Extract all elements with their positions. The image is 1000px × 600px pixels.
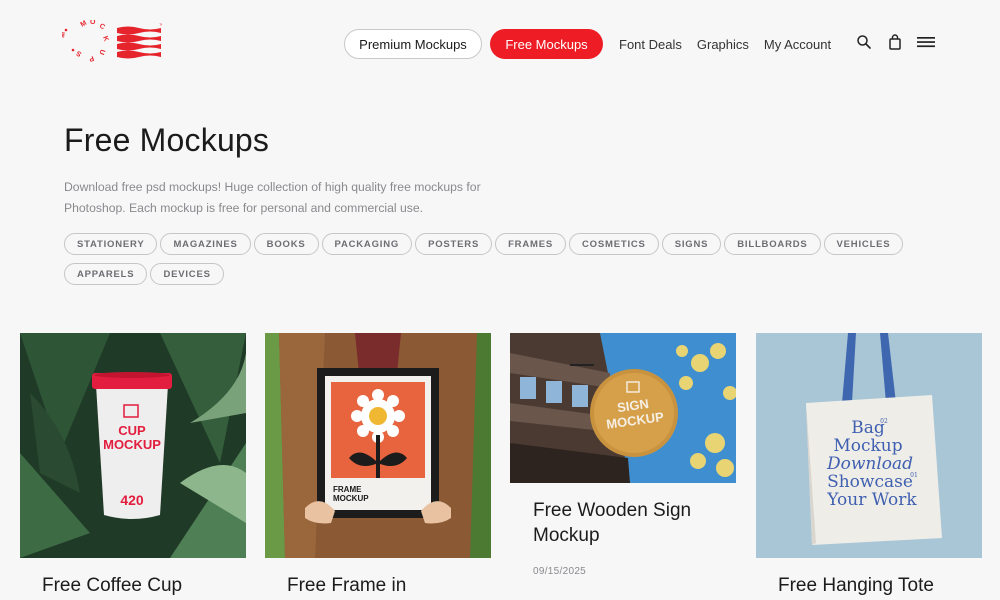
page-title: Free Mockups [64,122,270,158]
svg-text:K: K [101,35,109,42]
premium-mockups-button[interactable]: Premium Mockups [344,29,482,59]
tote-text-01: 01 [910,472,918,479]
free-mockups-button[interactable]: Free Mockups [490,29,603,59]
menu-icon[interactable] [917,35,935,49]
mockup-card-frame[interactable]: FRAME MOCKUP Free Frame in [265,333,491,598]
header-icons [856,34,935,50]
tag-cosmetics[interactable]: COSMETICS [569,233,659,255]
cup-text-cup: CUP [118,423,146,438]
nav-link-graphics[interactable]: Graphics [697,37,749,52]
mockup-card-wooden-sign[interactable]: SIGN MOCKUP Free Wooden Sign Mockup 09/1… [510,333,736,577]
nav-link-my-account[interactable]: My Account [764,37,831,52]
tag-vehicles[interactable]: VEHICLES [823,233,904,255]
card-image[interactable]: Bag Mockup Download Showcase Your Work 0… [756,333,982,558]
svg-text:U: U [97,48,105,55]
tote-text-mockup: Mockup [833,436,902,456]
tote-text-download: Download [826,454,913,474]
tag-signs[interactable]: SIGNS [661,233,722,255]
main-nav: Premium Mockups Free Mockups Font Deals … [344,28,831,60]
tag-posters[interactable]: POSTERS [415,233,493,255]
tag-books[interactable]: BOOKS [253,233,319,255]
tote-text-02: 02 [880,418,888,425]
frame-text-frame: FRAME [333,485,362,494]
card-title[interactable]: Free Coffee Cup [20,573,246,598]
frame-text-mockup: MOCKUP [333,494,369,503]
svg-text:™: ™ [159,23,162,29]
page-description: Download free psd mockups! Huge collecti… [64,180,481,215]
category-tags: STATIONERY MAGAZINES BOOKS PACKAGING POS… [64,233,944,293]
cup-text-number: 420 [120,492,144,508]
card-image[interactable]: CUP MOCKUP 420 [20,333,246,558]
tag-packaging[interactable]: PACKAGING [321,233,413,255]
shopping-bag-icon[interactable] [888,34,902,50]
search-icon[interactable] [856,34,872,50]
card-title[interactable]: Free Wooden Sign Mockup [510,498,710,548]
tote-text-showcase: Showcase [827,472,913,492]
svg-text:C: C [98,23,106,32]
tag-billboards[interactable]: BILLBOARDS [724,233,821,255]
tag-stationery[interactable]: STATIONERY [64,233,158,255]
site-logo[interactable]: M O C K U P S M ™ [59,19,164,70]
svg-text:S: S [75,49,83,58]
mockup-card-coffee-cup[interactable]: CUP MOCKUP 420 Free Coffee Cup [20,333,246,598]
tag-magazines[interactable]: MAGAZINES [160,233,251,255]
svg-text:O: O [90,20,96,26]
svg-text:M: M [80,20,89,29]
card-title[interactable]: Free Hanging Tote [756,573,982,598]
tote-text-your-work: Your Work [826,490,917,510]
tag-devices[interactable]: DEVICES [150,263,224,285]
intro-section: Free Mockups Download free psd mockups! … [64,122,944,293]
card-title[interactable]: Free Frame in [265,573,491,598]
cup-text-mockup: MOCKUP [103,437,161,452]
card-date: 09/15/2025 [533,566,587,577]
svg-text:P: P [88,54,95,62]
card-image[interactable]: FRAME MOCKUP [265,333,491,558]
nav-link-font-deals[interactable]: Font Deals [619,37,682,52]
card-image[interactable]: SIGN MOCKUP [510,333,736,483]
tag-apparels[interactable]: APPARELS [64,263,148,285]
mockup-card-tote[interactable]: Bag Mockup Download Showcase Your Work 0… [756,333,982,598]
svg-text:M: M [62,31,67,38]
tag-frames[interactable]: FRAMES [495,233,566,255]
